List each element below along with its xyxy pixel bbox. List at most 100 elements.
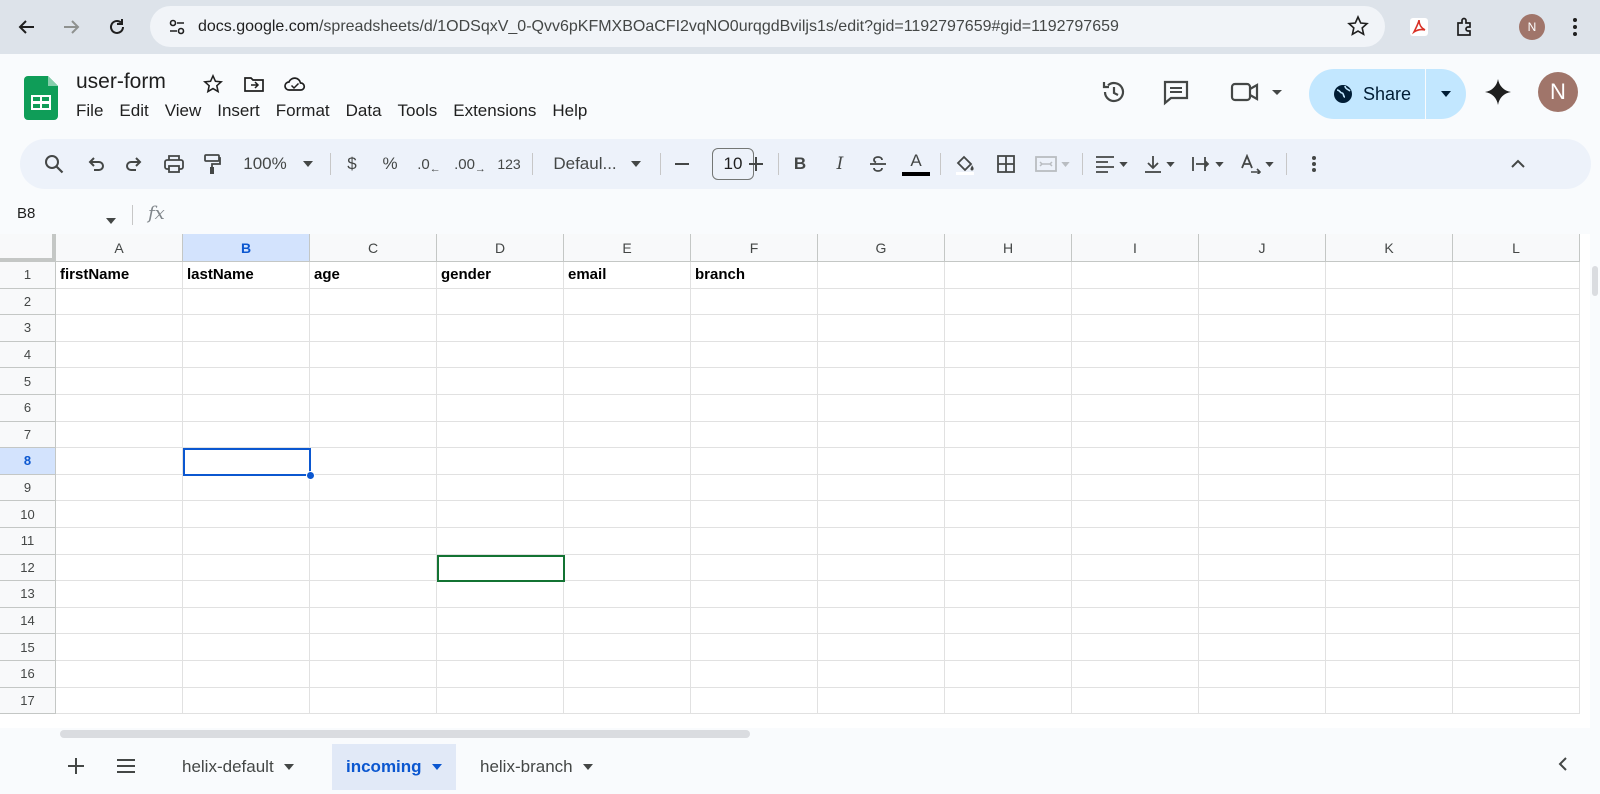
redo-button[interactable] <box>120 139 148 189</box>
cell-i10[interactable] <box>1072 501 1199 528</box>
row-header-14[interactable]: 14 <box>0 607 56 635</box>
cell-h14[interactable] <box>945 607 1072 635</box>
cell-h7[interactable] <box>945 421 1072 449</box>
share-dropdown[interactable] <box>1426 90 1466 98</box>
row-header-13[interactable]: 13 <box>0 581 56 608</box>
sheet-tab-helix-default[interactable]: helix-default <box>168 744 308 790</box>
column-header-g[interactable]: G <box>818 234 945 262</box>
menu-data[interactable]: Data <box>338 101 390 121</box>
cell-e1[interactable]: email <box>564 262 691 289</box>
comments-icon[interactable] <box>1162 78 1190 111</box>
row-header-2[interactable]: 2 <box>0 288 56 316</box>
merge-cells-button[interactable] <box>1030 139 1074 189</box>
cell-e2[interactable] <box>564 288 691 316</box>
cell-b15[interactable] <box>183 634 310 661</box>
row-header-11[interactable]: 11 <box>0 528 56 555</box>
site-info-icon[interactable] <box>164 14 190 40</box>
row-header-6[interactable]: 6 <box>0 395 56 422</box>
column-header-j[interactable]: J <box>1199 234 1326 262</box>
cell-l10[interactable] <box>1453 501 1580 528</box>
cell-d11[interactable] <box>437 528 564 555</box>
account-avatar[interactable]: N <box>1538 72 1578 112</box>
cell-j14[interactable] <box>1199 607 1326 635</box>
explore-panel-toggle[interactable] <box>1558 756 1568 777</box>
cell-g17[interactable] <box>818 687 945 715</box>
menu-view[interactable]: View <box>157 101 210 121</box>
cell-d8[interactable] <box>437 448 564 475</box>
cell-f16[interactable] <box>691 661 818 688</box>
cell-c11[interactable] <box>310 528 437 555</box>
cell-j4[interactable] <box>1199 341 1326 369</box>
fill-color-button[interactable] <box>950 139 980 189</box>
cell-g2[interactable] <box>818 288 945 316</box>
cell-k9[interactable] <box>1326 474 1453 502</box>
cell-c1[interactable]: age <box>310 262 437 289</box>
cell-i9[interactable] <box>1072 474 1199 502</box>
row-header-4[interactable]: 4 <box>0 341 56 369</box>
cell-g8[interactable] <box>818 448 945 475</box>
cell-k4[interactable] <box>1326 341 1453 369</box>
cell-k1[interactable] <box>1326 262 1453 289</box>
cell-l8[interactable] <box>1453 448 1580 475</box>
row-header-1[interactable]: 1 <box>0 262 56 289</box>
cell-l15[interactable] <box>1453 634 1580 661</box>
share-main[interactable]: Share <box>1309 69 1425 119</box>
meet-video-icon[interactable] <box>1230 78 1282 111</box>
cell-j7[interactable] <box>1199 421 1326 449</box>
menu-help[interactable]: Help <box>544 101 595 121</box>
cell-h10[interactable] <box>945 501 1072 528</box>
cell-l14[interactable] <box>1453 607 1580 635</box>
cell-f3[interactable] <box>691 315 818 342</box>
cell-i13[interactable] <box>1072 581 1199 608</box>
sheet-tab-incoming[interactable]: incoming <box>332 744 456 790</box>
more-options-button[interactable] <box>1300 139 1328 189</box>
cell-a1[interactable]: firstName <box>56 262 183 289</box>
menu-tools[interactable]: Tools <box>390 101 446 121</box>
percent-format-button[interactable]: % <box>376 139 404 189</box>
cell-h15[interactable] <box>945 634 1072 661</box>
add-sheet-button[interactable] <box>64 754 88 778</box>
vertical-scrollbar[interactable] <box>1590 262 1600 728</box>
cell-h4[interactable] <box>945 341 1072 369</box>
cell-c15[interactable] <box>310 634 437 661</box>
cell-l6[interactable] <box>1453 395 1580 422</box>
cell-e16[interactable] <box>564 661 691 688</box>
cell-e7[interactable] <box>564 421 691 449</box>
name-box-dropdown[interactable] <box>106 211 116 229</box>
cell-h9[interactable] <box>945 474 1072 502</box>
print-button[interactable] <box>160 139 188 189</box>
collapse-toolbar-button[interactable] <box>1504 139 1532 189</box>
cell-f17[interactable] <box>691 687 818 715</box>
cell-g11[interactable] <box>818 528 945 555</box>
cell-a12[interactable] <box>56 554 183 582</box>
extensions-puzzle-icon[interactable] <box>1450 12 1480 42</box>
paint-format-button[interactable] <box>198 139 226 189</box>
cell-g10[interactable] <box>818 501 945 528</box>
select-all-corner[interactable] <box>0 234 56 262</box>
cell-d16[interactable] <box>437 661 564 688</box>
cell-g5[interactable] <box>818 368 945 395</box>
cell-g14[interactable] <box>818 607 945 635</box>
cell-b17[interactable] <box>183 687 310 715</box>
cell-f9[interactable] <box>691 474 818 502</box>
cell-b9[interactable] <box>183 474 310 502</box>
cell-a6[interactable] <box>56 395 183 422</box>
cell-c14[interactable] <box>310 607 437 635</box>
cell-g15[interactable] <box>818 634 945 661</box>
cell-d14[interactable] <box>437 607 564 635</box>
menu-extensions[interactable]: Extensions <box>445 101 544 121</box>
cell-c3[interactable] <box>310 315 437 342</box>
cell-b11[interactable] <box>183 528 310 555</box>
cell-e8[interactable] <box>564 448 691 475</box>
cell-g13[interactable] <box>818 581 945 608</box>
cell-f8[interactable] <box>691 448 818 475</box>
cell-c4[interactable] <box>310 341 437 369</box>
doc-title[interactable]: user-form <box>76 70 166 94</box>
cell-j9[interactable] <box>1199 474 1326 502</box>
cell-i4[interactable] <box>1072 341 1199 369</box>
cell-d13[interactable] <box>437 581 564 608</box>
cell-j1[interactable] <box>1199 262 1326 289</box>
cell-g6[interactable] <box>818 395 945 422</box>
cell-c8[interactable] <box>310 448 437 475</box>
cell-i11[interactable] <box>1072 528 1199 555</box>
